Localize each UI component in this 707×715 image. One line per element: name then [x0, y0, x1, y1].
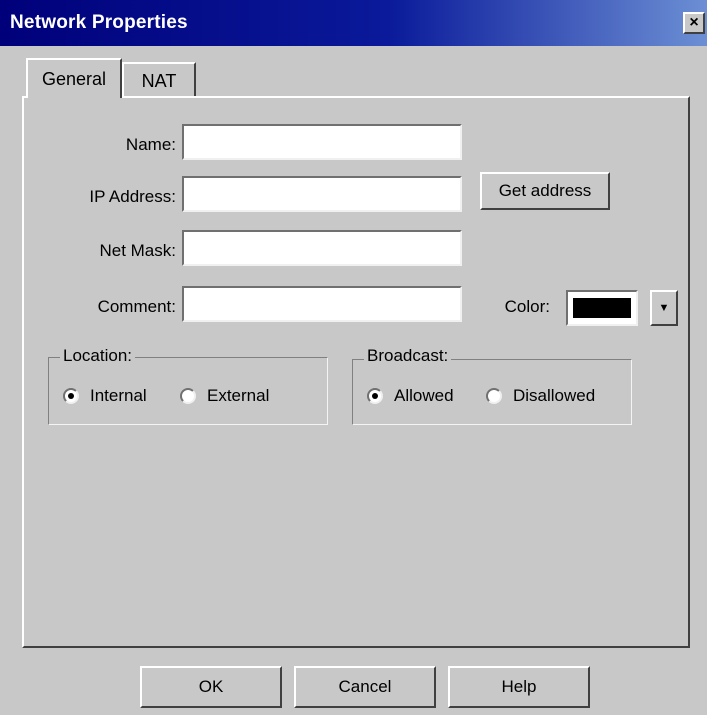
net-mask-field[interactable]: [182, 230, 462, 266]
chevron-down-icon: ▼: [658, 302, 670, 314]
get-address-label: Get address: [498, 181, 592, 200]
comment-field[interactable]: [182, 286, 462, 322]
ok-label: OK: [198, 677, 224, 696]
tab-general-label: General: [41, 68, 107, 89]
tab-nat-label: NAT: [141, 70, 177, 91]
location-group-title: Location:: [60, 346, 135, 366]
location-internal-radio[interactable]: [63, 388, 79, 404]
location-internal-label: Internal: [90, 386, 147, 405]
comment-label: Comment:: [97, 297, 176, 316]
color-dropdown-button[interactable]: ▼: [650, 290, 678, 326]
get-address-button[interactable]: Get address: [480, 172, 610, 210]
close-icon: ×: [689, 14, 699, 31]
tab-general[interactable]: General: [26, 58, 122, 98]
broadcast-disallowed-radio[interactable]: [486, 388, 502, 404]
broadcast-group-title: Broadcast:: [364, 346, 452, 366]
help-button[interactable]: Help: [448, 666, 590, 708]
broadcast-allowed-label: Allowed: [394, 386, 454, 405]
cancel-button[interactable]: Cancel: [294, 666, 436, 708]
cancel-label: Cancel: [338, 677, 392, 696]
ip-address-field[interactable]: [182, 176, 462, 212]
net-mask-label: Net Mask:: [99, 241, 176, 260]
broadcast-allowed-radio[interactable]: [367, 388, 383, 404]
name-label: Name:: [125, 135, 176, 154]
location-external-label: External: [207, 386, 270, 405]
title-bar[interactable]: Network Properties ×: [0, 0, 707, 46]
window-title: Network Properties: [10, 12, 188, 33]
ok-button[interactable]: OK: [140, 666, 282, 708]
location-external-radio[interactable]: [180, 388, 196, 404]
color-select[interactable]: [566, 290, 638, 326]
color-swatch: [573, 298, 631, 318]
name-field[interactable]: [182, 124, 462, 160]
broadcast-disallowed-label: Disallowed: [513, 386, 596, 405]
help-label: Help: [501, 677, 537, 696]
close-button[interactable]: ×: [683, 12, 705, 34]
color-label: Color:: [504, 297, 550, 316]
tab-nat[interactable]: NAT: [122, 62, 196, 98]
ip-address-label: IP Address:: [89, 187, 176, 206]
